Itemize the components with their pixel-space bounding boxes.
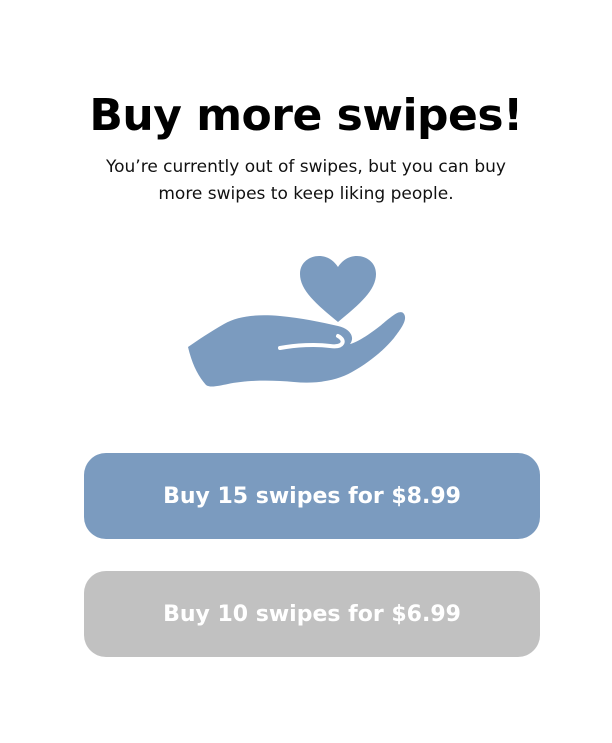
- buy-15-swipes-button[interactable]: Buy 15 swipes for $8.99: [84, 453, 540, 539]
- hand-holding-heart-icon: [180, 252, 412, 392]
- buy-10-swipes-button[interactable]: Buy 10 swipes for $6.99: [84, 571, 540, 657]
- page-title: Buy more swipes!: [89, 90, 523, 141]
- buy-swipes-screen: Buy more swipes! You’re currently out of…: [0, 0, 612, 743]
- buy-15-swipes-label: Buy 15 swipes for $8.99: [163, 483, 461, 509]
- page-subtitle: You’re currently out of swipes, but you …: [106, 157, 506, 204]
- buy-10-swipes-label: Buy 10 swipes for $6.99: [163, 601, 461, 627]
